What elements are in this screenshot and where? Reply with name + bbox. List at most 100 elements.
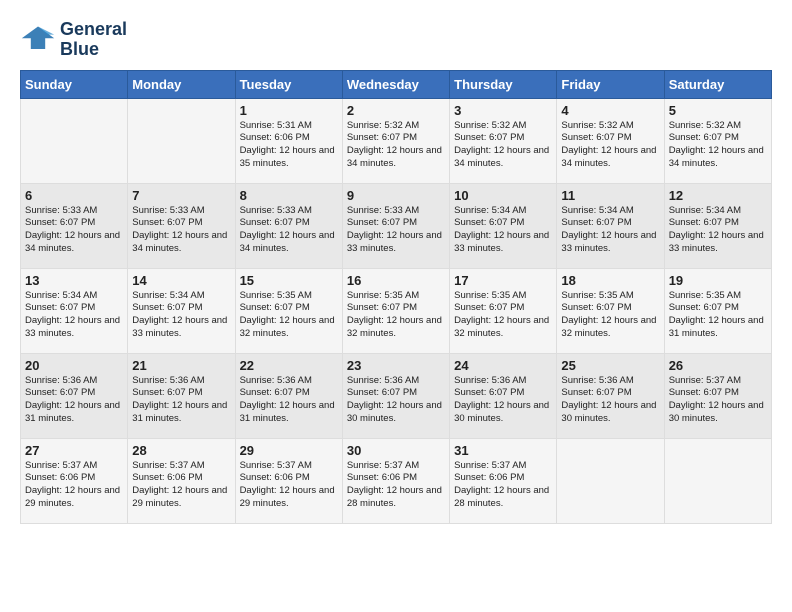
logo-icon — [20, 22, 56, 58]
calendar-cell: 20Sunrise: 5:36 AM Sunset: 6:07 PM Dayli… — [21, 353, 128, 438]
header-cell-saturday: Saturday — [664, 70, 771, 98]
cell-info: Sunrise: 5:32 AM Sunset: 6:07 PM Dayligh… — [347, 120, 445, 171]
calendar-cell: 6Sunrise: 5:33 AM Sunset: 6:07 PM Daylig… — [21, 183, 128, 268]
calendar-cell: 24Sunrise: 5:36 AM Sunset: 6:07 PM Dayli… — [450, 353, 557, 438]
cell-info: Sunrise: 5:36 AM Sunset: 6:07 PM Dayligh… — [454, 375, 552, 426]
calendar-cell: 3 Sunrise: 5:32 AM Sunset: 6:07 PM Daylig… — [450, 98, 557, 183]
calendar-cell: 7 Sunrise: 5:33 AM Sunset: 6:07 PM Daylig… — [128, 183, 235, 268]
cell-info: Sunrise: 5:35 AM Sunset: 6:07 PM Dayligh… — [347, 290, 445, 341]
cell-info: Sunrise: 5:32 AM Sunset: 6:07 PM Dayligh… — [454, 120, 552, 171]
calendar-cell: 19 Sunrise: 5:35 AM Sunset: 6:07 PM Dayli… — [664, 268, 771, 353]
cell-info: Sunrise: 5:36 AM Sunset: 6:07 PM Dayligh… — [240, 375, 338, 426]
header-cell-monday: Monday — [128, 70, 235, 98]
calendar-cell: 16 Sunrise: 5:35 AM Sunset: 6:07 PM Dayli… — [342, 268, 449, 353]
calendar-cell: 28 Sunrise: 5:37 AM Sunset: 6:06 PM Dayli… — [128, 438, 235, 523]
calendar-cell: 9 Sunrise: 5:33 AM Sunset: 6:07 PM Daylig… — [342, 183, 449, 268]
cell-info: Sunrise: 5:33 AM Sunset: 6:07 PM Dayligh… — [240, 205, 338, 256]
calendar-cell: 26 Sunrise: 5:37 AM Sunset: 6:07 PM Dayli… — [664, 353, 771, 438]
page-header: General Blue — [20, 20, 772, 60]
logo-text: General Blue — [60, 20, 127, 60]
day-number: 15 — [240, 273, 338, 288]
calendar-cell: 8 Sunrise: 5:33 AM Sunset: 6:07 PM Daylig… — [235, 183, 342, 268]
cell-info: Sunrise: 5:35 AM Sunset: 6:07 PM Dayligh… — [669, 290, 767, 341]
cell-info: Sunrise: 5:34 AM Sunset: 6:07 PM Dayligh… — [132, 290, 230, 341]
day-number: 25 — [561, 358, 659, 373]
calendar-cell — [557, 438, 664, 523]
day-number: 5 — [669, 103, 767, 118]
calendar-cell: 22 Sunrise: 5:36 AM Sunset: 6:07 PM Dayli… — [235, 353, 342, 438]
day-number: 9 — [347, 188, 445, 203]
header-cell-thursday: Thursday — [450, 70, 557, 98]
logo: General Blue — [20, 20, 127, 60]
calendar-cell: 1 Sunrise: 5:31 AM Sunset: 6:06 PM Daylig… — [235, 98, 342, 183]
calendar-cell — [21, 98, 128, 183]
calendar-cell: 30 Sunrise: 5:37 AM Sunset: 6:06 PM Dayli… — [342, 438, 449, 523]
cell-info: Sunrise: 5:33 AM Sunset: 6:07 PM Dayligh… — [132, 205, 230, 256]
calendar-cell: 2Sunrise: 5:32 AM Sunset: 6:07 PM Daylig… — [342, 98, 449, 183]
day-number: 10 — [454, 188, 552, 203]
calendar-cell: 11 Sunrise: 5:34 AM Sunset: 6:07 PM Dayli… — [557, 183, 664, 268]
cell-info: Sunrise: 5:36 AM Sunset: 6:07 PM Dayligh… — [132, 375, 230, 426]
cell-info: Sunrise: 5:35 AM Sunset: 6:07 PM Dayligh… — [454, 290, 552, 341]
day-number: 29 — [240, 443, 338, 458]
cell-info: Sunrise: 5:37 AM Sunset: 6:06 PM Dayligh… — [132, 460, 230, 511]
cell-info: Sunrise: 5:37 AM Sunset: 6:06 PM Dayligh… — [240, 460, 338, 511]
cell-info: Sunrise: 5:37 AM Sunset: 6:06 PM Dayligh… — [454, 460, 552, 511]
day-number: 18 — [561, 273, 659, 288]
calendar-cell: 4 Sunrise: 5:32 AM Sunset: 6:07 PM Daylig… — [557, 98, 664, 183]
day-number: 7 — [132, 188, 230, 203]
calendar-cell: 17 Sunrise: 5:35 AM Sunset: 6:07 PM Dayli… — [450, 268, 557, 353]
day-number: 3 — [454, 103, 552, 118]
cell-info: Sunrise: 5:31 AM Sunset: 6:06 PM Dayligh… — [240, 120, 338, 171]
day-number: 20 — [25, 358, 123, 373]
cell-info: Sunrise: 5:34 AM Sunset: 6:07 PM Dayligh… — [669, 205, 767, 256]
day-number: 21 — [132, 358, 230, 373]
cell-info: Sunrise: 5:37 AM Sunset: 6:07 PM Dayligh… — [669, 375, 767, 426]
day-number: 4 — [561, 103, 659, 118]
day-number: 11 — [561, 188, 659, 203]
cell-info: Sunrise: 5:35 AM Sunset: 6:07 PM Dayligh… — [240, 290, 338, 341]
week-row-2: 6Sunrise: 5:33 AM Sunset: 6:07 PM Daylig… — [21, 183, 772, 268]
day-number: 27 — [25, 443, 123, 458]
header-cell-wednesday: Wednesday — [342, 70, 449, 98]
calendar-cell: 14Sunrise: 5:34 AM Sunset: 6:07 PM Dayli… — [128, 268, 235, 353]
day-number: 30 — [347, 443, 445, 458]
calendar-cell: 27 Sunrise: 5:37 AM Sunset: 6:06 PM Dayli… — [21, 438, 128, 523]
cell-info: Sunrise: 5:33 AM Sunset: 6:07 PM Dayligh… — [347, 205, 445, 256]
header-cell-tuesday: Tuesday — [235, 70, 342, 98]
week-row-1: 1 Sunrise: 5:31 AM Sunset: 6:06 PM Daylig… — [21, 98, 772, 183]
cell-info: Sunrise: 5:37 AM Sunset: 6:06 PM Dayligh… — [25, 460, 123, 511]
day-number: 22 — [240, 358, 338, 373]
day-number: 1 — [240, 103, 338, 118]
day-number: 26 — [669, 358, 767, 373]
calendar-cell: 29 Sunrise: 5:37 AM Sunset: 6:06 PM Dayli… — [235, 438, 342, 523]
cell-info: Sunrise: 5:34 AM Sunset: 6:07 PM Dayligh… — [25, 290, 123, 341]
calendar-cell — [664, 438, 771, 523]
day-number: 23 — [347, 358, 445, 373]
cell-info: Sunrise: 5:37 AM Sunset: 6:06 PM Dayligh… — [347, 460, 445, 511]
calendar-cell: 5 Sunrise: 5:32 AM Sunset: 6:07 PM Daylig… — [664, 98, 771, 183]
week-row-4: 20 Sunrise: 5:36 AM Sunset: 6:07 PM Dayli… — [21, 353, 772, 438]
day-number: 8 — [240, 188, 338, 203]
day-number: 12 — [669, 188, 767, 203]
header-cell-friday: Friday — [557, 70, 664, 98]
day-number: 17 — [454, 273, 552, 288]
header-cell-sunday: Sunday — [21, 70, 128, 98]
week-row-3: 13Sunrise: 5:34 AM Sunset: 6:07 PM Dayli… — [21, 268, 772, 353]
calendar-table: SundayMondayTuesdayWednesdayThursdayFrid… — [20, 70, 772, 524]
calendar-cell: 10 Sunrise: 5:34 AM Sunset: 6:07 PM Dayli… — [450, 183, 557, 268]
cell-info: Sunrise: 5:36 AM Sunset: 6:07 PM Dayligh… — [347, 375, 445, 426]
cell-info: Sunrise: 5:34 AM Sunset: 6:07 PM Dayligh… — [561, 205, 659, 256]
cell-info: Sunrise: 5:32 AM Sunset: 6:07 PM Dayligh… — [561, 120, 659, 171]
cell-info: Sunrise: 5:32 AM Sunset: 6:07 PM Dayligh… — [669, 120, 767, 171]
calendar-cell: 25Sunrise: 5:36 AM Sunset: 6:07 PM Dayli… — [557, 353, 664, 438]
day-number: 28 — [132, 443, 230, 458]
calendar-cell: 15 Sunrise: 5:35 AM Sunset: 6:07 PM Dayli… — [235, 268, 342, 353]
day-number: 16 — [347, 273, 445, 288]
header-row: SundayMondayTuesdayWednesdayThursdayFrid… — [21, 70, 772, 98]
cell-info: Sunrise: 5:34 AM Sunset: 6:07 PM Dayligh… — [454, 205, 552, 256]
calendar-cell: 13Sunrise: 5:34 AM Sunset: 6:07 PM Dayli… — [21, 268, 128, 353]
calendar-cell: 23 Sunrise: 5:36 AM Sunset: 6:07 PM Dayli… — [342, 353, 449, 438]
day-number: 19 — [669, 273, 767, 288]
cell-info: Sunrise: 5:33 AM Sunset: 6:07 PM Dayligh… — [25, 205, 123, 256]
